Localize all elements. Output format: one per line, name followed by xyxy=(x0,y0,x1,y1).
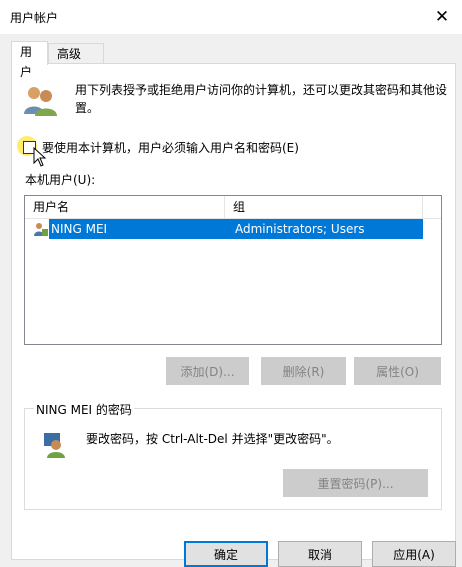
window-title: 用户帐户 xyxy=(10,11,59,25)
local-users-label: 本机用户(U): xyxy=(25,173,96,187)
require-login-row[interactable]: 要使用本计算机，用户必须输入用户名和密码(E) xyxy=(23,139,299,156)
table-row[interactable]: NING MEI Administrators; Users xyxy=(29,219,423,239)
column-group[interactable]: 组 xyxy=(225,196,423,218)
apply-button[interactable]: 应用(A) xyxy=(372,541,456,567)
password-instruction: 要改密码，按 Ctrl-Alt-Del 并选择"更改密码"。 xyxy=(86,432,339,446)
tab-users[interactable]: 用户 xyxy=(11,41,48,79)
user-icon xyxy=(34,223,48,236)
mouse-cursor-icon xyxy=(33,147,47,167)
title-bar: 用户帐户 ✕ xyxy=(0,0,462,34)
cancel-button[interactable]: 取消 xyxy=(278,541,362,567)
users-icon xyxy=(24,87,57,116)
reset-password-button[interactable]: 重置密码(P)... xyxy=(283,469,428,497)
ok-button[interactable]: 确定 xyxy=(184,541,268,567)
intro-text: 用下列表授予或拒绝用户访问你的计算机，还可以更改其密码和其他设置。 xyxy=(75,83,448,115)
list-header: 用户名 组 xyxy=(25,196,441,219)
add-button[interactable]: 添加(D)... xyxy=(166,357,249,385)
remove-button[interactable]: 删除(R) xyxy=(261,357,346,385)
user-key-icon xyxy=(44,433,65,458)
tab-advanced[interactable]: 高级 xyxy=(48,43,104,64)
row-username: NING MEI xyxy=(51,222,108,236)
properties-button[interactable]: 属性(O) xyxy=(354,357,441,385)
users-list[interactable]: 用户名 组 NING MEI Administrators; Users xyxy=(24,195,442,345)
require-login-label: 要使用本计算机，用户必须输入用户名和密码(E) xyxy=(42,141,299,155)
row-group: Administrators; Users xyxy=(235,222,365,236)
close-icon[interactable]: ✕ xyxy=(422,0,462,34)
column-username[interactable]: 用户名 xyxy=(25,196,225,218)
selected-row-highlight: NING MEI Administrators; Users xyxy=(49,219,423,239)
password-group-title: NING MEI 的密码 xyxy=(34,401,134,418)
